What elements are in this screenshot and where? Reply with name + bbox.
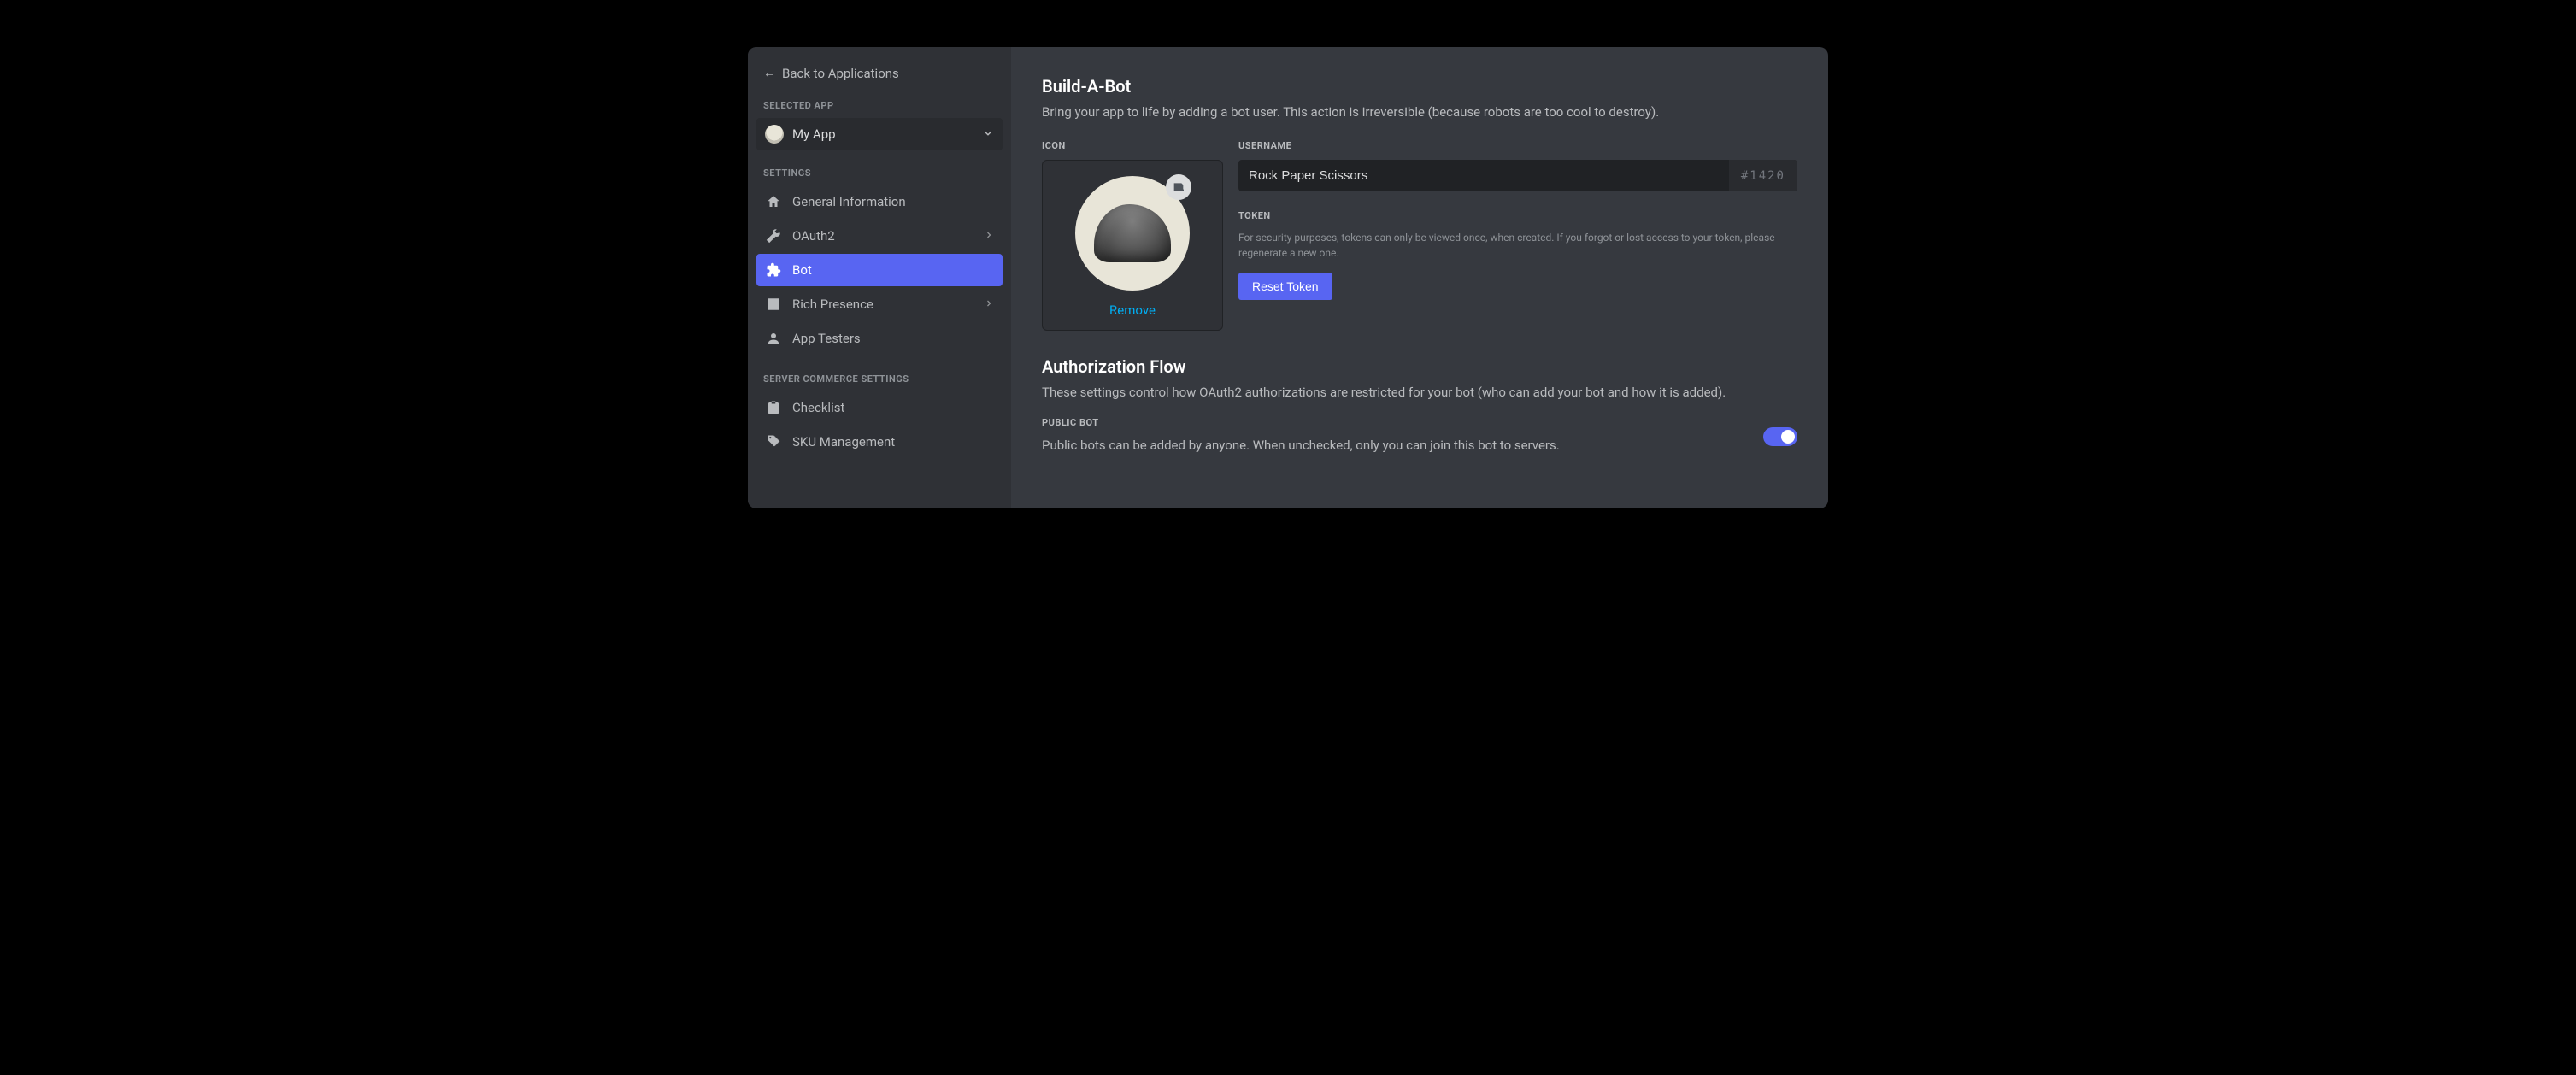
reset-token-button[interactable]: Reset Token bbox=[1238, 273, 1332, 300]
sidebar-item-label: Rich Presence bbox=[792, 297, 973, 312]
page-title: Build-A-Bot bbox=[1042, 76, 1797, 97]
app-avatar-icon bbox=[765, 125, 784, 144]
toggle-knob-icon bbox=[1781, 430, 1795, 444]
chevron-right-icon bbox=[984, 228, 994, 244]
back-label: Back to Applications bbox=[782, 66, 899, 81]
username-input-wrap: #1420 bbox=[1238, 160, 1797, 191]
public-bot-row: Public Bot Public bots can be added by a… bbox=[1042, 417, 1797, 455]
public-bot-toggle[interactable] bbox=[1763, 427, 1797, 446]
clipboard-icon bbox=[765, 400, 782, 415]
app-selector-label: My App bbox=[792, 126, 973, 142]
authorization-flow-section: Authorization Flow These settings contro… bbox=[1042, 356, 1797, 455]
sidebar-item-label: General Information bbox=[792, 194, 994, 209]
sidebar-item-label: Checklist bbox=[792, 400, 994, 415]
bot-icon-uploader[interactable]: Remove bbox=[1042, 160, 1223, 331]
document-icon bbox=[765, 297, 782, 312]
sidebar-item-label: OAuth2 bbox=[792, 228, 973, 244]
app-selector[interactable]: My App bbox=[756, 118, 1003, 150]
chevron-down-icon bbox=[982, 126, 994, 143]
auth-flow-subtitle: These settings control how OAuth2 author… bbox=[1042, 384, 1797, 402]
auth-flow-title: Authorization Flow bbox=[1042, 356, 1797, 377]
username-input[interactable] bbox=[1238, 160, 1729, 191]
sidebar-item-general-information[interactable]: General Information bbox=[756, 185, 1003, 218]
wrench-icon bbox=[765, 228, 782, 244]
sidebar-item-label: App Testers bbox=[792, 331, 994, 346]
sidebar-item-app-testers[interactable]: App Testers bbox=[756, 322, 1003, 355]
sidebar-item-rich-presence[interactable]: Rich Presence bbox=[756, 288, 1003, 320]
puzzle-icon bbox=[765, 262, 782, 278]
token-help-text: For security purposes, tokens can only b… bbox=[1238, 230, 1797, 261]
main-content: Build-A-Bot Bring your app to life by ad… bbox=[1011, 47, 1828, 508]
sidebar-item-checklist[interactable]: Checklist bbox=[756, 391, 1003, 424]
icon-column: Icon Remove bbox=[1042, 140, 1223, 331]
username-field-label: Username bbox=[1238, 140, 1797, 151]
icon-field-label: Icon bbox=[1042, 140, 1223, 151]
app-window: ← Back to Applications Selected App My A… bbox=[748, 47, 1828, 508]
rock-icon bbox=[1094, 204, 1171, 262]
sidebar-item-oauth2[interactable]: OAuth2 bbox=[756, 220, 1003, 252]
sidebar: ← Back to Applications Selected App My A… bbox=[748, 47, 1011, 508]
remove-icon-link[interactable]: Remove bbox=[1109, 303, 1156, 318]
server-commerce-header: Server Commerce Settings bbox=[756, 370, 1003, 391]
selected-app-header: Selected App bbox=[756, 97, 1003, 118]
page-subtitle: Bring your app to life by adding a bot u… bbox=[1042, 103, 1797, 121]
sidebar-item-sku-management[interactable]: SKU Management bbox=[756, 426, 1003, 458]
sidebar-item-label: Bot bbox=[792, 262, 994, 278]
public-bot-label: Public Bot bbox=[1042, 417, 1743, 428]
arrow-left-icon: ← bbox=[763, 68, 775, 79]
discriminator-badge: #1420 bbox=[1729, 160, 1797, 191]
home-icon bbox=[765, 194, 782, 209]
chevron-right-icon bbox=[984, 297, 994, 312]
sidebar-item-bot[interactable]: Bot bbox=[756, 254, 1003, 286]
bot-icon-preview bbox=[1075, 176, 1190, 291]
bot-identity-row: Icon Remove Username #1420 bbox=[1042, 140, 1797, 331]
token-field-label: Token bbox=[1238, 210, 1797, 221]
right-column: Username #1420 Token For security purpos… bbox=[1238, 140, 1797, 300]
settings-header: Settings bbox=[756, 164, 1003, 185]
people-icon bbox=[765, 331, 782, 346]
upload-image-icon[interactable] bbox=[1166, 174, 1191, 200]
sidebar-item-label: SKU Management bbox=[792, 434, 994, 449]
tags-icon bbox=[765, 434, 782, 449]
public-bot-description: Public bots can be added by anyone. When… bbox=[1042, 437, 1743, 455]
back-to-applications-link[interactable]: ← Back to Applications bbox=[756, 61, 1003, 97]
